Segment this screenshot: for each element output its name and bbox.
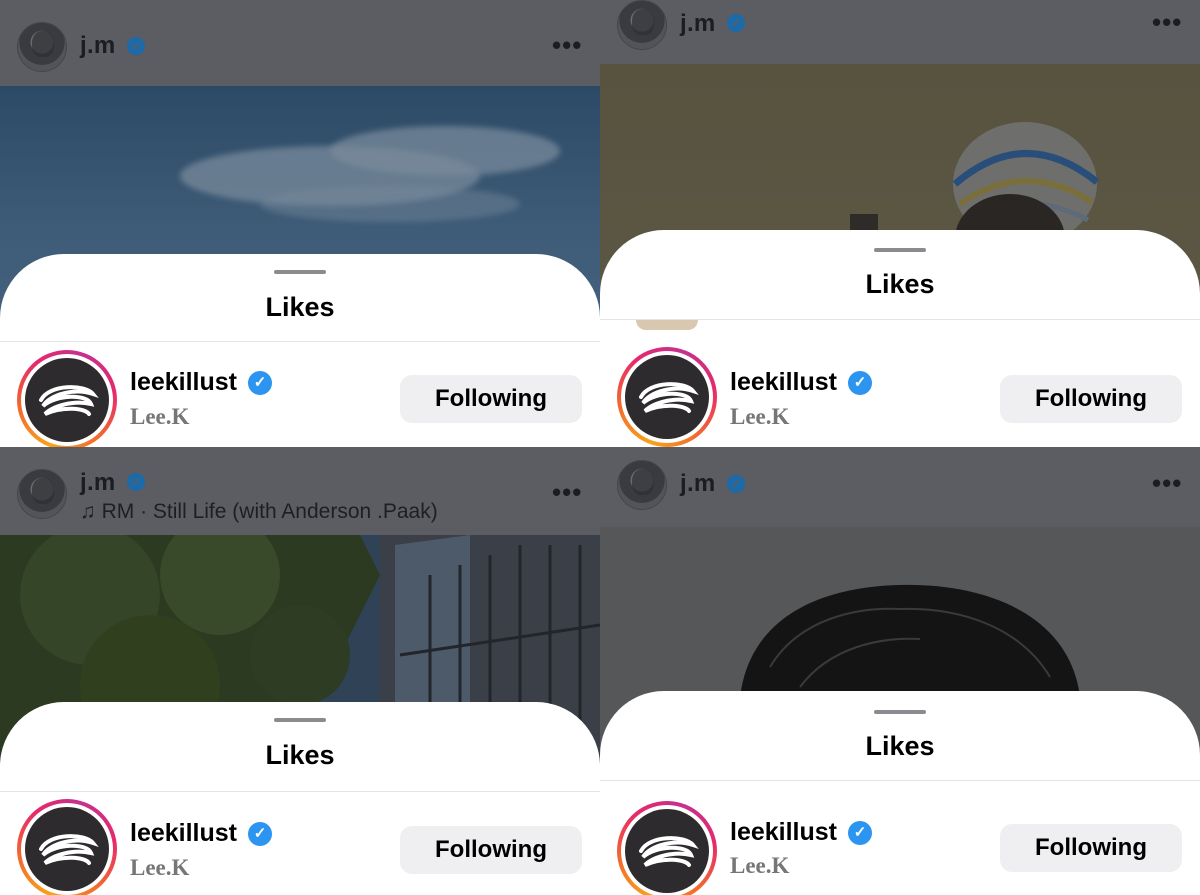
liker-username[interactable]: leekillust xyxy=(130,819,237,848)
verified-badge-icon: ✓ xyxy=(727,14,745,32)
author-avatar[interactable] xyxy=(617,0,667,50)
more-options-icon[interactable]: ••• xyxy=(1152,9,1182,35)
liker-username[interactable]: leekillust xyxy=(730,368,837,397)
sheet-divider xyxy=(0,791,600,792)
likes-sheet: Likes leekillust ✓ Lee.K Following xyxy=(600,691,1200,895)
liker-full-name: Lee.K xyxy=(730,404,790,429)
liker-avatar[interactable] xyxy=(617,801,717,895)
post-header: j.m ✓ ••• ♫ RM · Still Life (with Anders… xyxy=(0,447,600,535)
liker-avatar[interactable] xyxy=(17,350,117,447)
scribble-logo xyxy=(639,836,699,867)
music-track: RM · Still Life (with Anderson .Paak) xyxy=(101,500,438,523)
sheet-grabber[interactable] xyxy=(874,248,926,252)
screenshot-panel-2: j.m ✓ ••• Likes leekillust ✓ Lee.K Follo… xyxy=(600,0,1200,447)
verified-badge-icon: ✓ xyxy=(848,371,872,395)
likes-sheet: Likes leekillust ✓ Lee.K Following xyxy=(0,254,600,447)
sheet-grabber[interactable] xyxy=(874,710,926,714)
liker-full-name: Lee.K xyxy=(130,404,190,429)
liker-avatar[interactable] xyxy=(617,347,717,447)
verified-badge-icon: ✓ xyxy=(248,371,272,395)
partial-avatar xyxy=(636,320,698,330)
author-username[interactable]: j.m xyxy=(80,469,116,497)
liker-username[interactable]: leekillust xyxy=(730,818,837,847)
following-button[interactable]: Following xyxy=(400,826,582,874)
liker-avatar[interactable] xyxy=(17,799,117,895)
liker-avatar-image xyxy=(25,358,109,442)
more-options-icon[interactable]: ••• xyxy=(552,479,582,505)
verified-badge-icon: ✓ xyxy=(127,473,145,491)
sheet-divider xyxy=(0,341,600,342)
liker-full-name: Lee.K xyxy=(130,855,190,880)
cloud xyxy=(260,186,520,222)
screenshot-panel-1: j.m ✓ ••• Likes leekillust ✓ Lee.K Follo… xyxy=(0,0,600,447)
liker-avatar-image xyxy=(625,355,709,439)
likes-sheet: Likes leekillust ✓ Lee.K Following xyxy=(0,702,600,895)
scribble-logo xyxy=(39,834,99,865)
author-avatar[interactable] xyxy=(617,460,667,510)
author-avatar[interactable] xyxy=(17,469,67,519)
liker-avatar-image xyxy=(25,807,109,891)
following-button[interactable]: Following xyxy=(1000,824,1182,872)
cloud xyxy=(330,126,560,176)
likes-title: Likes xyxy=(265,292,335,322)
post-header: j.m ✓ ••• xyxy=(600,447,1200,527)
verified-badge-icon: ✓ xyxy=(248,822,272,846)
music-attribution[interactable]: ♫ RM · Still Life (with Anderson .Paak) xyxy=(80,500,438,524)
liker-username[interactable]: leekillust xyxy=(130,368,237,397)
verified-badge-icon: ✓ xyxy=(848,821,872,845)
more-options-icon[interactable]: ••• xyxy=(1152,470,1182,496)
likes-sheet: Likes leekillust ✓ Lee.K Following xyxy=(600,230,1200,447)
likes-title: Likes xyxy=(865,731,935,761)
verified-badge-icon: ✓ xyxy=(727,475,745,493)
scribble-logo xyxy=(639,382,699,413)
likes-title: Likes xyxy=(265,740,335,770)
author-username[interactable]: j.m xyxy=(680,470,716,498)
sheet-grabber[interactable] xyxy=(274,718,326,722)
screenshot-panel-4: j.m ✓ ••• Likes leekillust ✓ Lee.K Follo… xyxy=(600,447,1200,895)
author-username[interactable]: j.m xyxy=(80,32,116,60)
author-avatar[interactable] xyxy=(17,22,67,72)
screenshot-panel-3: j.m ✓ ••• ♫ RM · Still Life (with Anders… xyxy=(0,447,600,895)
likes-title: Likes xyxy=(865,269,935,299)
music-note-icon: ♫ xyxy=(80,500,96,523)
more-options-icon[interactable]: ••• xyxy=(552,32,582,58)
scribble-logo xyxy=(39,385,99,416)
sheet-grabber[interactable] xyxy=(274,270,326,274)
verified-badge-icon: ✓ xyxy=(127,37,145,55)
post-header: j.m ✓ ••• xyxy=(0,0,600,86)
post-header: j.m ✓ ••• xyxy=(600,0,1200,64)
author-username[interactable]: j.m xyxy=(680,10,716,38)
liker-full-name: Lee.K xyxy=(730,853,790,878)
following-button[interactable]: Following xyxy=(1000,375,1182,423)
liker-avatar-image xyxy=(625,809,709,893)
sheet-divider xyxy=(600,780,1200,781)
following-button[interactable]: Following xyxy=(400,375,582,423)
